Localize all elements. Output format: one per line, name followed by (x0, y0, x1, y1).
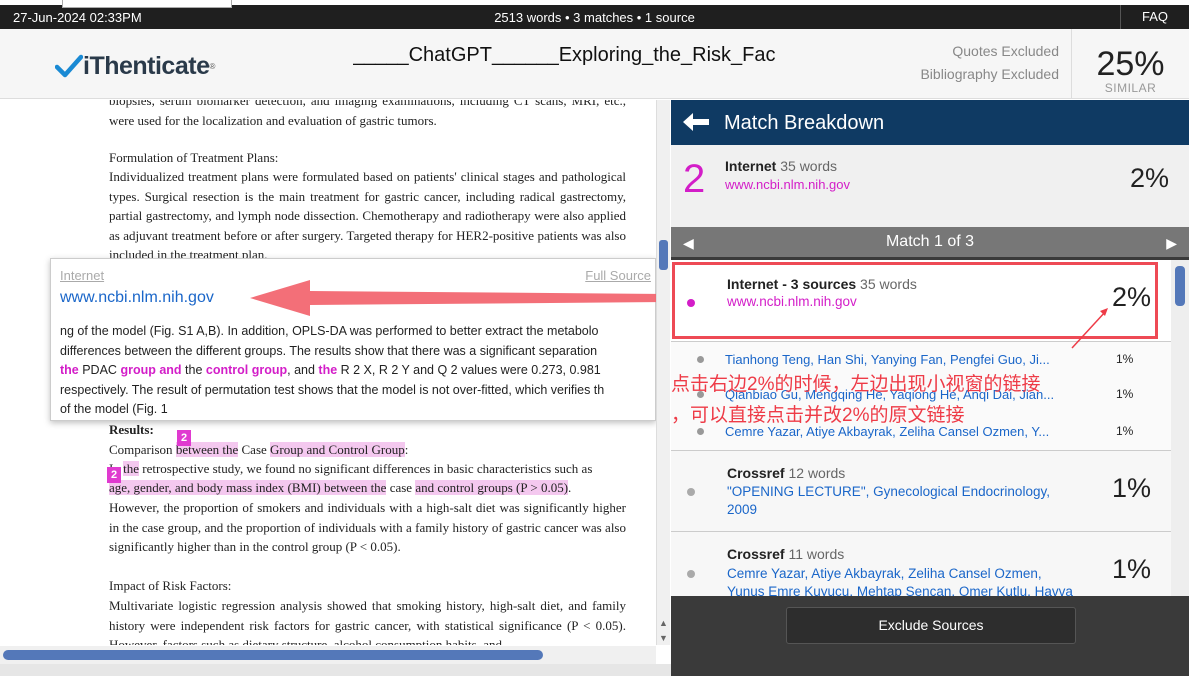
match-dot-icon (687, 488, 695, 496)
document-horizontal-scrollbar[interactable] (0, 646, 656, 664)
match-type: Crossref 12 words (727, 465, 846, 481)
match-item[interactable]: Crossref 12 words "OPENING LECTURE", Gyn… (671, 451, 1171, 532)
document-stats: 2513 words • 3 matches • 1 source (494, 10, 695, 25)
subsource-link[interactable]: Tianhong Teng, Han Shi, Yanying Fan, Pen… (725, 351, 1070, 369)
section-heading: Formulation of Treatment Plans: (109, 150, 279, 165)
source-type: Internet 35 words (725, 158, 838, 174)
match-percent: 1% (1111, 554, 1151, 584)
match-navigator: ◀ Match 1 of 3 ▶ (671, 227, 1189, 257)
paragraph: Individualized treatment plans were form… (109, 169, 626, 262)
back-arrow-icon[interactable] (683, 113, 709, 131)
match-percent: 1% (1111, 473, 1151, 503)
faq-link[interactable]: FAQ (1120, 5, 1189, 29)
subsource-item[interactable]: Tianhong Teng, Han Shi, Yanying Fan, Pen… (671, 349, 1171, 371)
scroll-up-icon[interactable]: ▲ (659, 618, 668, 628)
panel-header: Match Breakdown (671, 100, 1189, 145)
popup-source-text: ng of the model (Fig. S1 A,B). In additi… (60, 324, 605, 416)
match-counter: Match 1 of 3 (885, 233, 975, 250)
trademark-icon: ® (209, 61, 216, 71)
popup-source-url[interactable]: www.ncbi.nlm.nih.gov (60, 289, 214, 307)
match-marker[interactable]: 2 (107, 467, 121, 483)
match-link[interactable]: Cemre Yazar, Atiye Akbayrak, Zeliha Cans… (727, 565, 1082, 596)
paragraph: biopsies, serum biomarker detection, and… (109, 100, 626, 128)
subsource-percent: 1% (1116, 352, 1134, 366)
window-tab[interactable] (62, 0, 232, 8)
next-match-icon[interactable]: ▶ (1166, 235, 1177, 252)
paragraph: However, the proportion of smokers and i… (109, 500, 626, 554)
paragraph: age, gender, and body mass index (BMI) b… (109, 480, 572, 495)
highlight-match[interactable]: the (123, 461, 139, 476)
status-bar: 27-Jun-2024 02:33PM 2513 words • 3 match… (0, 0, 1189, 29)
match-dot-icon (697, 356, 704, 363)
logo: iThenticate ® (55, 51, 215, 81)
highlight-match[interactable]: Group and Control Group (270, 442, 405, 457)
section-heading: Impact of Risk Factors: (109, 578, 232, 593)
source-summary[interactable]: 2 Internet 35 words www.ncbi.nlm.nih.gov… (671, 145, 1189, 227)
quotes-excluded[interactable]: Quotes Excluded (952, 43, 1059, 59)
source-url[interactable]: www.ncbi.nlm.nih.gov (725, 177, 850, 192)
source-number: 2 (683, 157, 706, 201)
scroll-thumb[interactable] (1175, 266, 1185, 306)
panel-title: Match Breakdown (724, 112, 885, 134)
header: iThenticate ® _____ChatGPT______Explorin… (0, 29, 1189, 99)
scroll-thumb[interactable] (3, 650, 543, 660)
highlight-match[interactable]: and control groups (P > 0.05) (415, 480, 569, 495)
annotation-line-1: 点击右边2%的时候，左边出现小视窗的链接 (671, 374, 1041, 395)
scroll-thumb[interactable] (659, 240, 668, 270)
bibliography-excluded[interactable]: Bibliography Excluded (920, 66, 1059, 82)
match-list-scrollbar[interactable] (1171, 260, 1189, 596)
subsource-percent: 1% (1116, 424, 1134, 438)
popup-source-type[interactable]: Internet (60, 268, 104, 283)
highlight-match[interactable]: age, gender, and body mass index (BMI) b… (109, 480, 387, 495)
similarity-score[interactable]: 25% SIMILAR (1071, 29, 1189, 99)
match-marker[interactable]: 2 (177, 430, 191, 446)
match-type: Crossref 11 words (727, 546, 845, 562)
match-item[interactable]: Crossref 11 words Cemre Yazar, Atiye Akb… (671, 532, 1171, 596)
paragraph: Multivariate logistic regression analysi… (109, 598, 626, 645)
checkmark-icon (55, 54, 83, 78)
match-dot-icon (697, 428, 704, 435)
document-title: _____ChatGPT______Exploring_the_Risk_Fac (353, 44, 776, 66)
match-link[interactable]: "OPENING LECTURE", Gynecological Endocri… (727, 483, 1082, 519)
similarity-label: SIMILAR (1104, 81, 1157, 95)
source-percent: 2% (1129, 163, 1169, 193)
bottom-toolbar (0, 664, 1189, 676)
annotation-arrow-icon (250, 280, 670, 316)
similarity-percent: 25% (1096, 45, 1165, 83)
brand-name: iThenticate (83, 51, 210, 80)
subsource-percent: 1% (1116, 387, 1134, 401)
subsource-group: Tianhong Teng, Han Shi, Yanying Fan, Pen… (671, 342, 1171, 451)
paragraph: In the retrospective study, we found no … (109, 461, 593, 476)
scroll-down-icon[interactable]: ▼ (659, 633, 668, 643)
match-dot-icon (687, 570, 695, 578)
document-vertical-scrollbar[interactable]: ▲ ▼ (656, 100, 670, 645)
annotation-pointer-icon (1071, 308, 1108, 349)
annotation-line-2: ，可以直接点击并改2%的原文链接 (671, 405, 965, 426)
exclude-sources-button[interactable]: Exclude Sources (786, 607, 1076, 644)
